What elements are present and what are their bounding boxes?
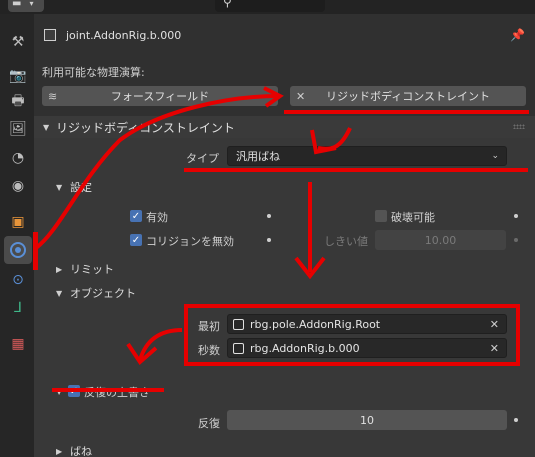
top-bar: ▬ ▾ ⚲ — [0, 0, 535, 14]
world-icon[interactable]: ◉ — [6, 174, 30, 198]
search-icon: ⚲ — [223, 0, 232, 9]
keyframe-dot[interactable] — [514, 214, 518, 218]
keyframe-dot[interactable] — [514, 418, 518, 422]
limits-subpanel-header[interactable]: ▶ リミット — [54, 258, 535, 280]
annotation-underline — [284, 110, 529, 114]
breakable-label: 破壊可能 — [391, 211, 435, 224]
available-physics-label: 利用可能な物理演算: — [42, 66, 145, 79]
disable-collisions-checkbox[interactable]: ✓ — [130, 234, 142, 246]
physics-icon[interactable] — [4, 236, 32, 264]
constraint-icon[interactable]: ⊙ — [6, 268, 30, 292]
disable-collisions-label: コリジョンを無効 — [146, 235, 234, 248]
view-layer-icon[interactable]: 🖼 — [6, 117, 30, 141]
type-label: タイプ — [186, 152, 219, 165]
editor-type-dropdown[interactable]: ▬ ▾ — [8, 0, 44, 12]
force-field-icon: ≋ — [48, 89, 58, 103]
annotation-box — [184, 304, 520, 366]
rbc-panel-title: リジッドボディコンストレイント — [56, 120, 235, 135]
object-name: joint.AddonRig.b.000 — [66, 28, 182, 42]
breakable-checkbox[interactable] — [375, 210, 387, 222]
type-select[interactable]: 汎用ばね ⌄ — [227, 146, 507, 166]
keyframe-dot[interactable] — [267, 214, 271, 218]
render-icon[interactable]: 📷 — [6, 64, 30, 88]
pin-icon[interactable]: 📌 — [510, 28, 525, 42]
annotation-underline — [52, 388, 164, 392]
expand-arrow-icon: ▼ — [56, 288, 63, 298]
rbc-panel-header[interactable]: ▼ リジッドボディコンストレイント — [34, 116, 535, 138]
iterations-field[interactable]: 10 — [227, 410, 507, 430]
annotation-mark — [33, 232, 38, 270]
expand-arrow-icon: ▼ — [56, 182, 63, 192]
override-iterations-label: 反復の上書き — [84, 386, 150, 399]
springs-subpanel-header[interactable]: ▶ ばね — [54, 440, 535, 457]
rigid-body-constraint-button[interactable]: ✕ リジッドボディコンストレイント — [290, 86, 526, 106]
enabled-checkbox[interactable]: ✓ — [130, 210, 142, 222]
force-field-button[interactable]: ≋ フォースフィールド — [42, 86, 278, 106]
tool-icon[interactable]: ⚒ — [6, 30, 30, 54]
threshold-field[interactable]: 10.00 — [375, 230, 506, 250]
object-icon[interactable]: ▣ — [6, 210, 30, 234]
settings-subpanel-header[interactable]: ▼ 設定 — [54, 176, 535, 198]
search-input[interactable]: ⚲ — [215, 0, 325, 12]
output-icon[interactable]: 🖶 — [6, 90, 30, 114]
rbc-panel-body: タイプ 汎用ばね ⌄ ▼ 設定 ✓ 有効 破壊可能 ✓ コリジョンを無効 しきい… — [34, 138, 535, 457]
objects-subpanel-header[interactable]: ▼ オブジェクト — [54, 282, 535, 304]
annotation-underline — [184, 168, 528, 172]
enabled-label: 有効 — [146, 211, 168, 224]
collapsed-arrow-icon: ▶ — [56, 446, 63, 456]
chevron-down-icon: ⌄ — [491, 151, 499, 161]
close-icon: ✕ — [296, 89, 306, 103]
scene-icon[interactable]: ◔ — [6, 146, 30, 170]
texture-icon[interactable]: ▦ — [6, 332, 30, 356]
chevron-down-icon: ▾ — [29, 0, 34, 8]
keyframe-dot[interactable] — [267, 238, 271, 242]
data-icon[interactable]: ⅃ — [6, 296, 30, 320]
bone-icon — [44, 29, 56, 41]
expand-arrow-icon: ▼ — [43, 122, 50, 132]
threshold-label: しきい値 — [324, 235, 368, 248]
keyframe-dot[interactable] — [514, 238, 518, 242]
properties-editor-icon: ▬ — [12, 0, 22, 9]
context-header: joint.AddonRig.b.000 📌 — [34, 24, 535, 46]
collapsed-arrow-icon: ▶ — [56, 264, 63, 274]
drag-handle-icon[interactable] — [513, 124, 525, 129]
iterations-label: 反復 — [198, 417, 220, 430]
properties-tab-bar: ⚒ 📷 🖶 🖼 ◔ ◉ ▣ ⊙ ⅃ ▦ — [0, 14, 34, 457]
